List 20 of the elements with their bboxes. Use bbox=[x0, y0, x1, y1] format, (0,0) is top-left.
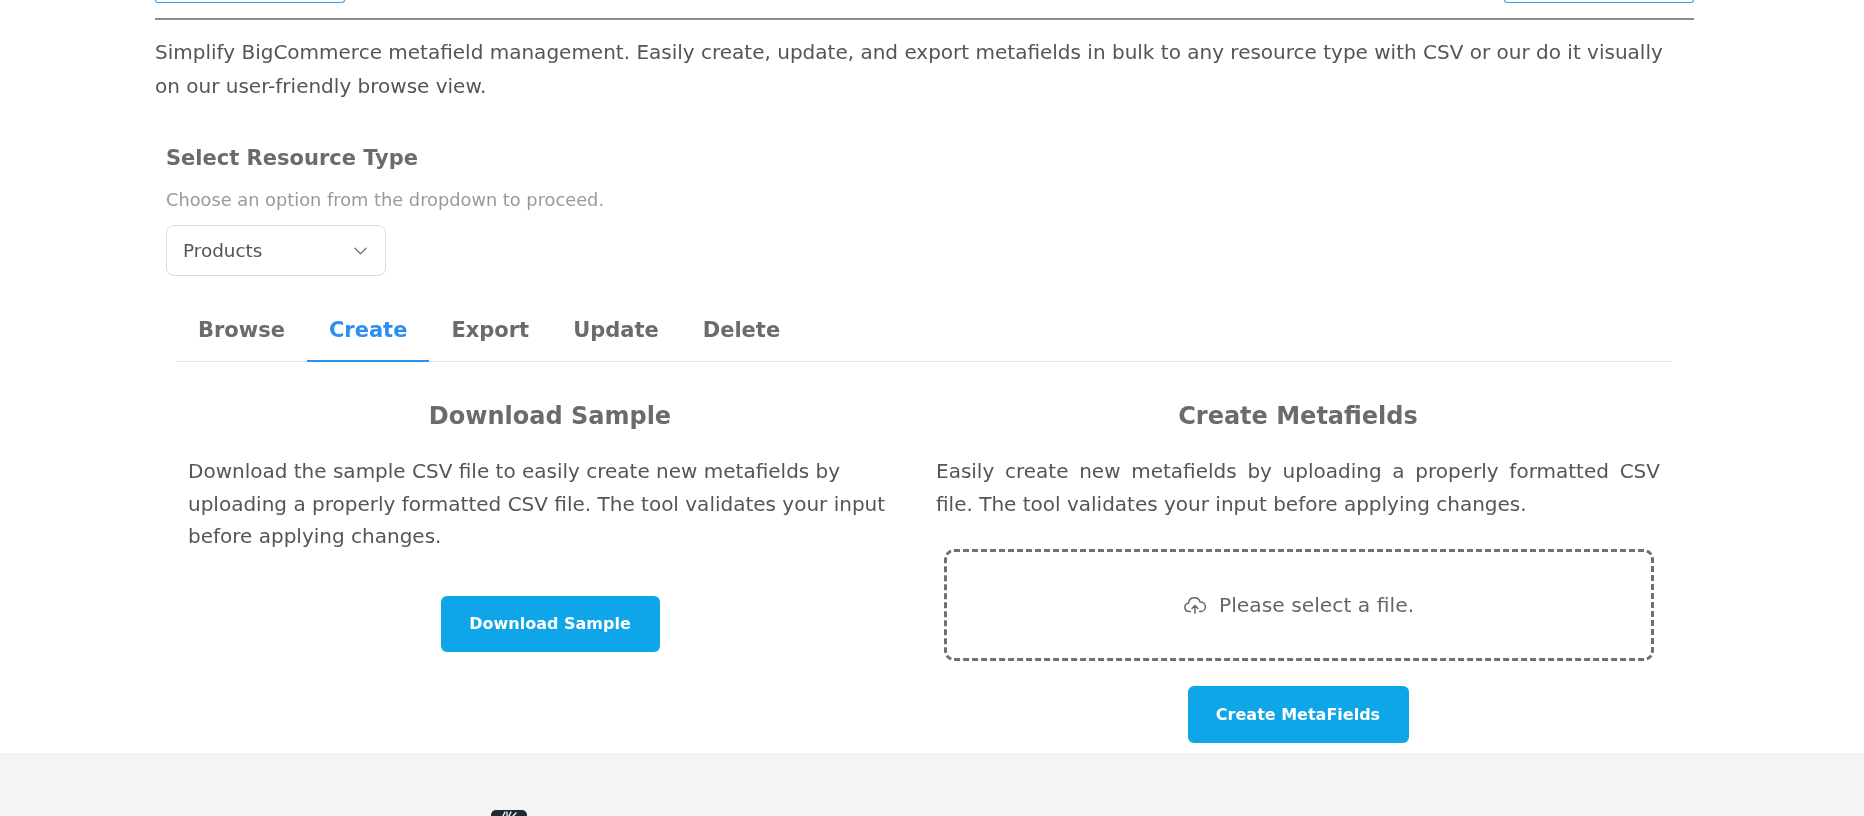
tab[interactable]: Update bbox=[551, 312, 681, 362]
download-sample-button[interactable]: Download Sample bbox=[440, 595, 660, 652]
tab[interactable]: Create bbox=[306, 312, 430, 362]
panel-description: Easily create new metafields by uploading a properly formatted CSV file. The tool validates your input before applying changes. bbox=[936, 458, 1660, 518]
create-metafields-button[interactable]: Create MetaFields bbox=[1187, 686, 1409, 743]
tab[interactable]: Export bbox=[429, 312, 552, 362]
resource-type-dropdown[interactable]: Products bbox=[166, 225, 386, 276]
panel-title: Create Metafields bbox=[1178, 401, 1418, 431]
hint-text: Choose an option from the dropdown to proceed. bbox=[166, 188, 606, 212]
file-drop-zone[interactable]: Please select a file. bbox=[944, 549, 1654, 661]
section-title: Select Resource Type bbox=[166, 145, 420, 172]
panel-title: Download Sample bbox=[428, 401, 672, 431]
panel-description: Download the sample CSV file to easily create new metafields by uploading a properly formatted CSV file. The tool validates your input before applying changes. bbox=[188, 458, 887, 550]
header-button[interactable] bbox=[1504, 0, 1694, 3]
cloud-upload-icon bbox=[1183, 595, 1206, 615]
chevron-down-icon bbox=[354, 246, 367, 255]
tab[interactable]: Delete bbox=[680, 312, 803, 362]
description-text: Simplify BigCommerce metafield management. Easily create, update, and export metafields in bulk to any resource type with CSV or our do it visually on our user-friendly browse view. bbox=[155, 39, 1664, 100]
header-button[interactable] bbox=[155, 0, 345, 3]
tab[interactable]: Browse bbox=[176, 312, 307, 362]
